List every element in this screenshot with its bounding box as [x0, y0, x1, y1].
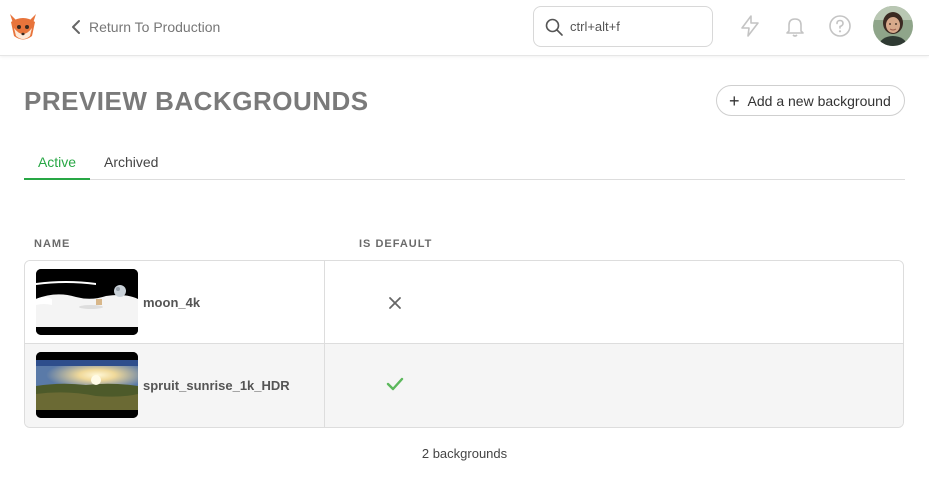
column-header-is-default[interactable]: IS DEFAULT: [359, 238, 432, 250]
column-header-name[interactable]: NAME: [34, 238, 70, 250]
checkmark-icon: [386, 377, 404, 391]
table-row[interactable]: spruit_sunrise_1k_HDR: [25, 344, 903, 427]
return-to-production-label: Return To Production: [89, 19, 221, 35]
lightning-icon[interactable]: [738, 14, 762, 38]
background-name: moon_4k: [143, 295, 201, 310]
kitsu-fox-logo-icon[interactable]: [8, 10, 38, 44]
plus-icon: +: [729, 90, 740, 111]
help-icon[interactable]: [828, 14, 852, 38]
backgrounds-table: moon_4k spruit_sunrise_1k_HDR: [24, 260, 904, 428]
search-input[interactable]: [570, 19, 700, 34]
search-icon: [545, 18, 563, 36]
user-avatar[interactable]: [873, 6, 913, 46]
background-thumbnail[interactable]: [36, 269, 138, 335]
notification-bell-icon[interactable]: [783, 14, 807, 38]
tab-bar: Active Archived: [24, 146, 905, 180]
background-name: spruit_sunrise_1k_HDR: [143, 378, 290, 393]
sunrise-thumbnail-image: [36, 352, 138, 418]
moon-thumbnail-image: [36, 269, 138, 335]
global-search[interactable]: [533, 6, 713, 47]
close-icon: [389, 297, 401, 309]
chevron-left-icon: [72, 20, 80, 34]
page-title: PREVIEW BACKGROUNDS: [24, 86, 369, 116]
tab-active[interactable]: Active: [24, 154, 90, 180]
backgrounds-count: 2 backgrounds: [421, 446, 508, 461]
return-to-production-link[interactable]: Return To Production: [70, 17, 220, 37]
add-background-label: Add a new background: [747, 92, 891, 109]
background-thumbnail[interactable]: [36, 352, 138, 418]
add-background-button[interactable]: + Add a new background: [716, 85, 905, 116]
column-divider: [324, 344, 325, 427]
user-avatar-image: [873, 6, 913, 46]
tab-archived[interactable]: Archived: [104, 154, 158, 170]
table-row[interactable]: moon_4k: [25, 261, 903, 344]
top-bar: Return To Production: [0, 0, 929, 56]
column-divider: [324, 261, 325, 343]
